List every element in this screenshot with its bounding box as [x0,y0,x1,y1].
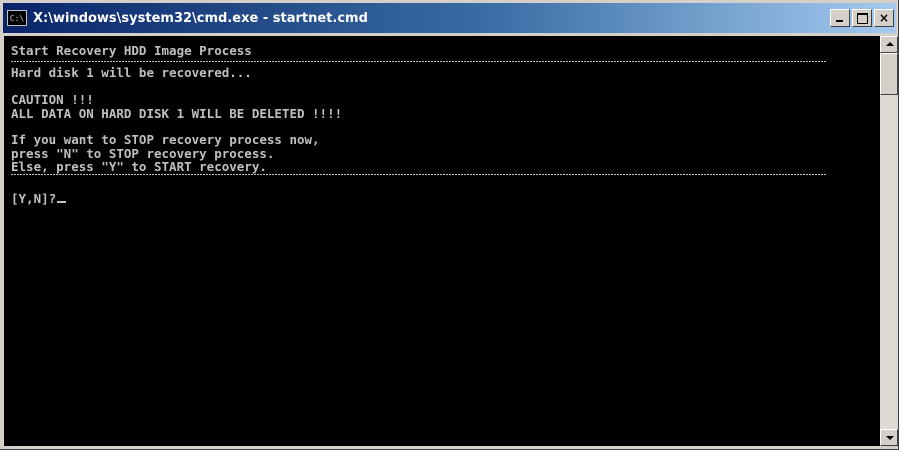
separator-line [11,61,827,63]
console-text: Start Recovery HDD Image Process Hard dis… [4,36,880,205]
close-button[interactable]: × [874,9,894,27]
vertical-scrollbar[interactable] [880,36,898,446]
console-header: Start Recovery HDD Image Process [11,43,252,58]
arrow-up-icon [886,42,894,46]
console-caution: CAUTION !!! [11,92,94,108]
maximize-button[interactable] [852,9,872,27]
scroll-down-button[interactable] [880,429,898,446]
console-instruction-1: If you want to STOP recovery process now… [11,132,320,148]
title-bar[interactable]: C:\ X:\windows\system32\cmd.exe - startn… [3,3,896,33]
scroll-up-button[interactable] [880,36,898,53]
console-prompt-line: [Y,N]? [11,192,880,205]
text-cursor [57,200,67,203]
window-controls: × [830,9,894,27]
console-instruction-3: Else, press "Y" to START recovery. [11,159,267,175]
minimize-button[interactable] [830,9,850,27]
console-output[interactable]: Start Recovery HDD Image Process Hard dis… [4,36,880,446]
console-prompt: [Y,N]? [11,190,57,206]
console-instruction-2: press "N" to STOP recovery process. [11,145,275,161]
window-title: X:\windows\system32\cmd.exe - startnet.c… [33,10,368,26]
arrow-down-icon [886,436,894,440]
scrollbar-thumb[interactable] [880,53,898,95]
cmd-app-icon[interactable]: C:\ [7,10,27,26]
console-warning: ALL DATA ON HARD DISK 1 WILL BE DELETED … [11,105,343,121]
cmd-window: C:\ X:\windows\system32\cmd.exe - startn… [0,0,899,450]
console-line-recovered: Hard disk 1 will be recovered... [11,65,252,81]
